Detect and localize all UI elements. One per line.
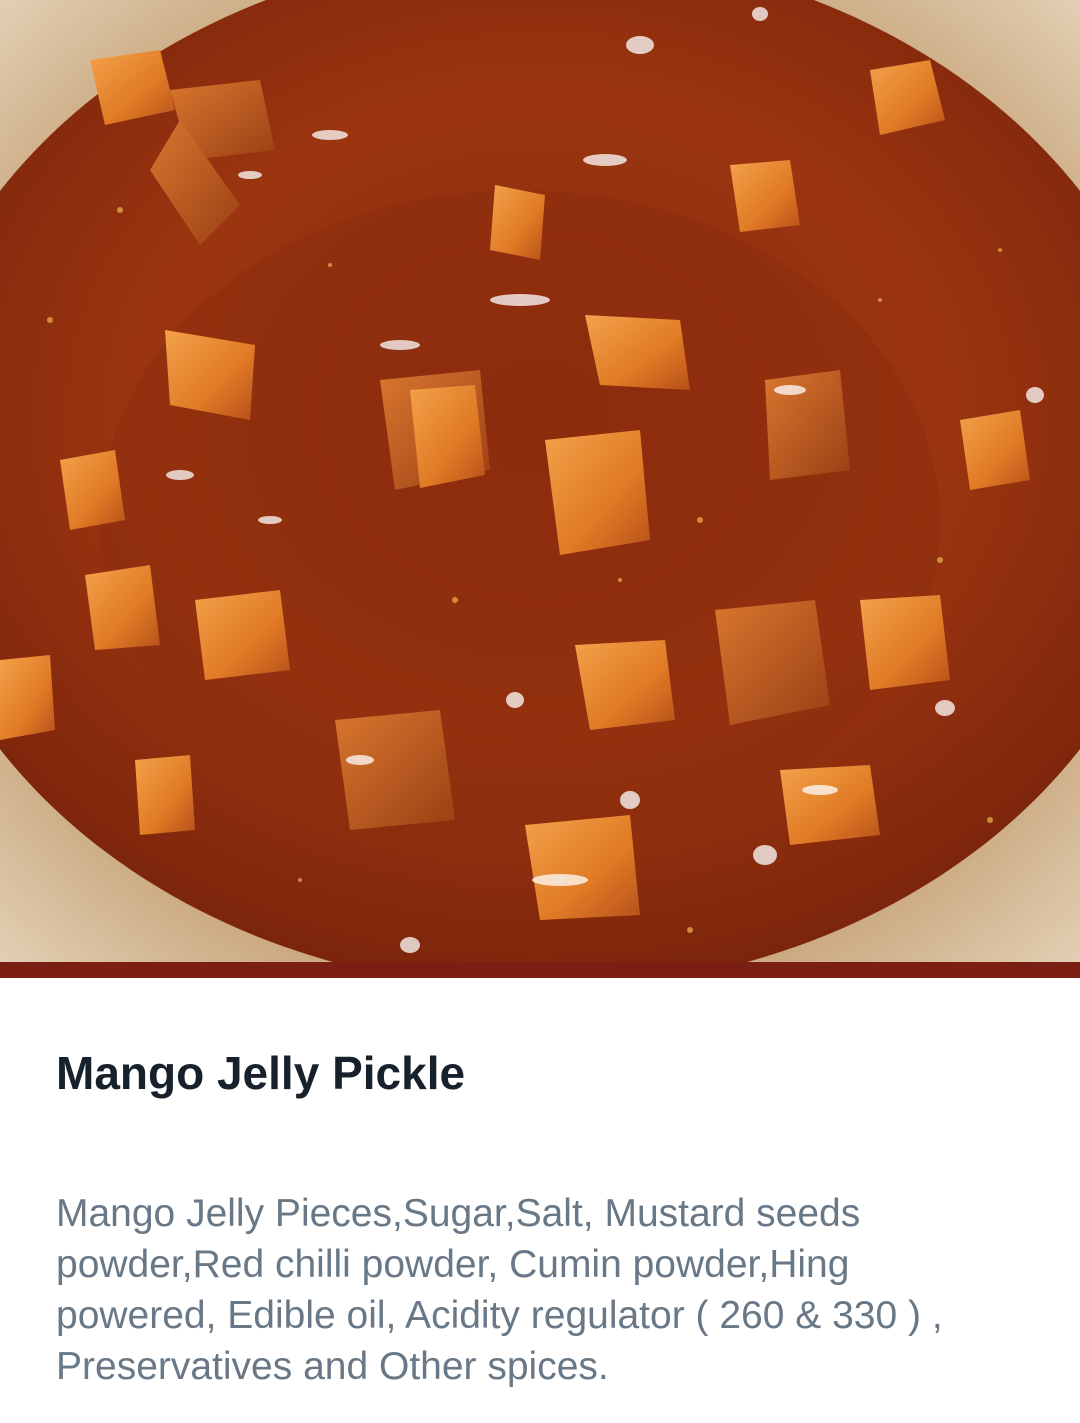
product-title: Mango Jelly Pickle xyxy=(56,1047,466,1099)
product-info: Mango Jelly Pickle Mango Jelly Pieces,Su… xyxy=(56,1040,1016,1392)
product-photo xyxy=(0,0,1080,962)
accent-divider xyxy=(0,962,1080,978)
product-ingredients: Mango Jelly Pieces,Sugar,Salt, Mustard s… xyxy=(56,1192,943,1388)
product-card: Mango Jelly Pickle Mango Jelly Pieces,Su… xyxy=(0,0,1080,1423)
